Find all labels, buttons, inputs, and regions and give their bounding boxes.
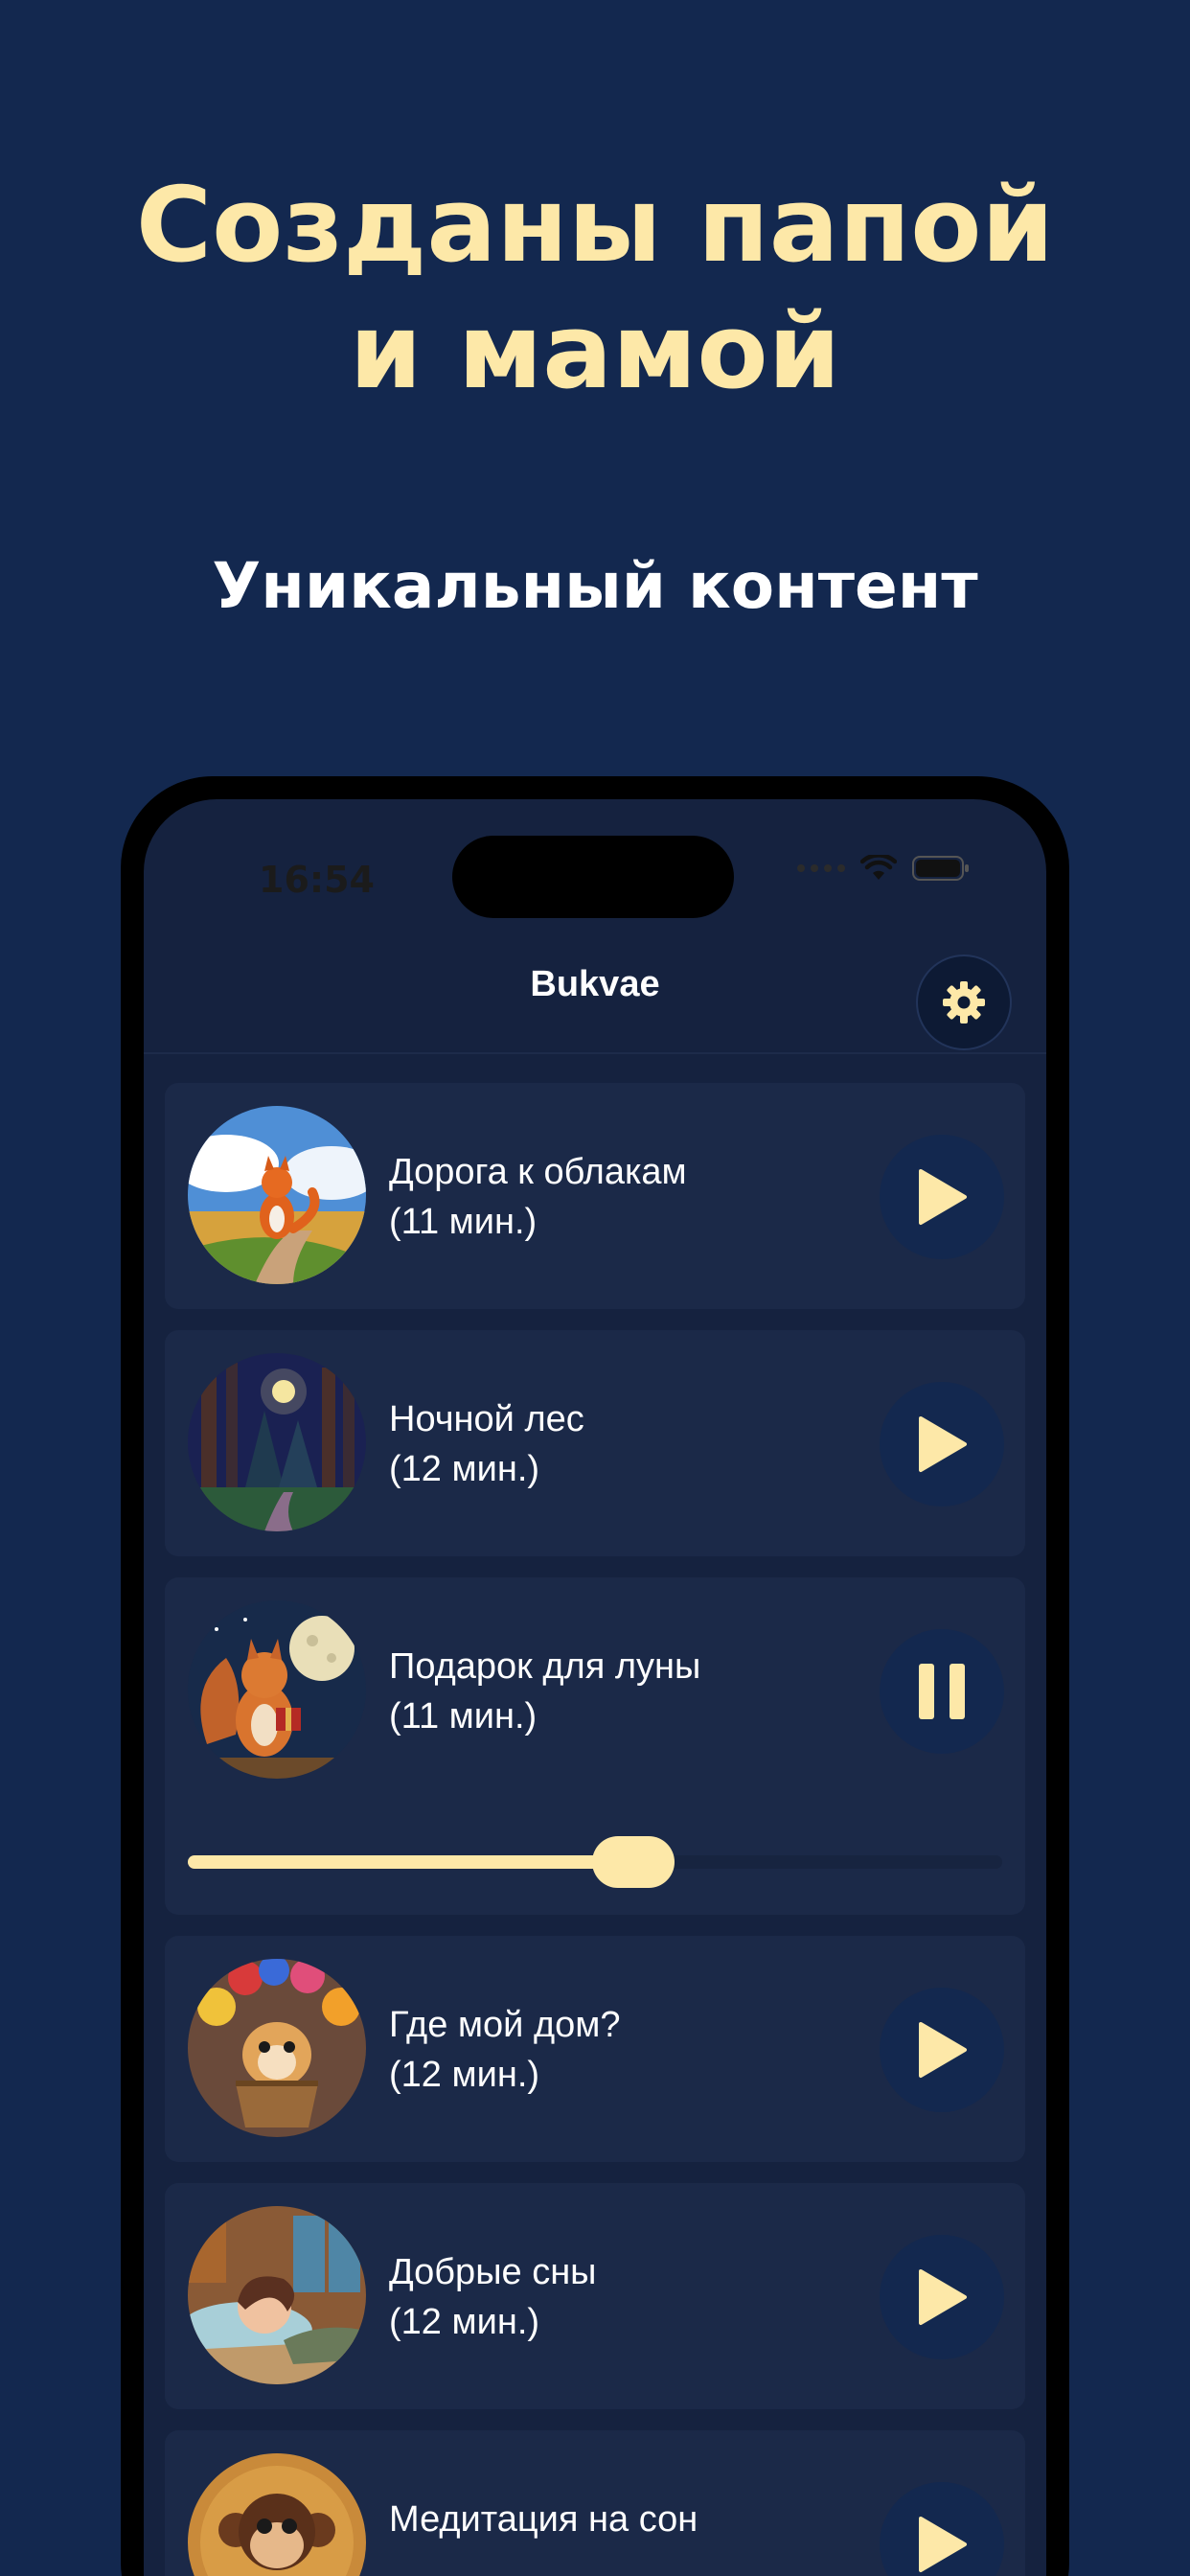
phone-screen: 16:54 Bukvae Дорога к облакам (11 мин.) … [144, 799, 1046, 2576]
progress-fill [188, 1855, 636, 1869]
wifi-icon [860, 855, 897, 880]
story-thumbnail [188, 1600, 366, 1779]
story-title: Ночной лес [389, 1399, 584, 1439]
story-title: Где мой дом? [389, 2005, 621, 2045]
headline-line-1: Созданы папой [135, 166, 1055, 286]
play-icon [919, 1416, 967, 1472]
play-button[interactable] [880, 2235, 1004, 2359]
story-thumbnail [188, 2206, 366, 2384]
pause-icon [919, 1664, 965, 1719]
progress-thumb[interactable] [591, 1836, 675, 1888]
story-list: Дорога к облакам (11 мин.) Ночной лес (1… [165, 1083, 1025, 2576]
fox-illustration [188, 1106, 366, 1284]
story-thumbnail [188, 1106, 366, 1284]
play-icon [919, 2269, 967, 2325]
story-title: Добрые сны [389, 2252, 597, 2292]
phone-frame: 16:54 Bukvae Дорога к облакам (11 мин.) … [121, 776, 1069, 2576]
status-time: 16:54 [259, 859, 375, 901]
play-button[interactable] [880, 2482, 1004, 2576]
story-card[interactable]: Добрые сны (12 мин.) [165, 2183, 1025, 2409]
dynamic-island [452, 836, 734, 918]
app-title: Bukvae [530, 964, 660, 1004]
story-duration: (11 мин.) [389, 1202, 538, 1242]
headline-line-2: и мамой [349, 292, 841, 412]
story-card[interactable]: Медитация на сон [165, 2430, 1025, 2576]
story-card[interactable]: Где мой дом? (12 мин.) [165, 1936, 1025, 2162]
cellular-signal-icon [797, 864, 845, 872]
story-title: Дорога к облакам [389, 1152, 687, 1192]
play-icon [919, 2022, 967, 2078]
playback-progress-slider[interactable] [188, 1836, 1002, 1888]
status-icons [797, 855, 970, 882]
story-duration: (11 мин.) [389, 1696, 538, 1736]
play-button[interactable] [880, 1382, 1004, 1506]
story-thumbnail [188, 1959, 366, 2137]
story-title: Медитация на сон [389, 2499, 698, 2540]
battery-icon [912, 856, 969, 881]
story-duration: (12 мин.) [389, 2302, 540, 2342]
status-bar: 16:54 [144, 799, 1046, 924]
sleeping-girl-illustration [188, 2206, 366, 2384]
hamster-illustration [188, 1959, 366, 2137]
gear-icon [943, 981, 985, 1024]
play-icon [919, 1169, 967, 1225]
story-thumbnail [188, 2453, 366, 2576]
story-duration: (12 мин.) [389, 2055, 540, 2095]
story-card-playing[interactable]: Подарок для луны (11 мин.) [165, 1577, 1025, 1915]
night-forest-illustration [188, 1353, 366, 1531]
story-card[interactable]: Ночной лес (12 мин.) [165, 1330, 1025, 1556]
squirrel-illustration [188, 1600, 366, 1779]
settings-button[interactable] [916, 954, 1012, 1050]
story-thumbnail [188, 1353, 366, 1531]
story-card[interactable]: Дорога к облакам (11 мин.) [165, 1083, 1025, 1309]
headline: Созданы папой и мамой [0, 163, 1190, 416]
navigation-bar: Bukvae [144, 924, 1046, 1054]
pause-button[interactable] [880, 1629, 1004, 1754]
subheadline: Уникальный контент [212, 549, 978, 623]
monkey-illustration [188, 2453, 366, 2576]
story-title: Подарок для луны [389, 1646, 701, 1687]
story-duration: (12 мин.) [389, 1449, 540, 1489]
promo-page: Созданы папой и мамой Уникальный контент… [0, 0, 1190, 2576]
play-button[interactable] [880, 1135, 1004, 1259]
play-button[interactable] [880, 1988, 1004, 2112]
play-icon [919, 2517, 967, 2572]
